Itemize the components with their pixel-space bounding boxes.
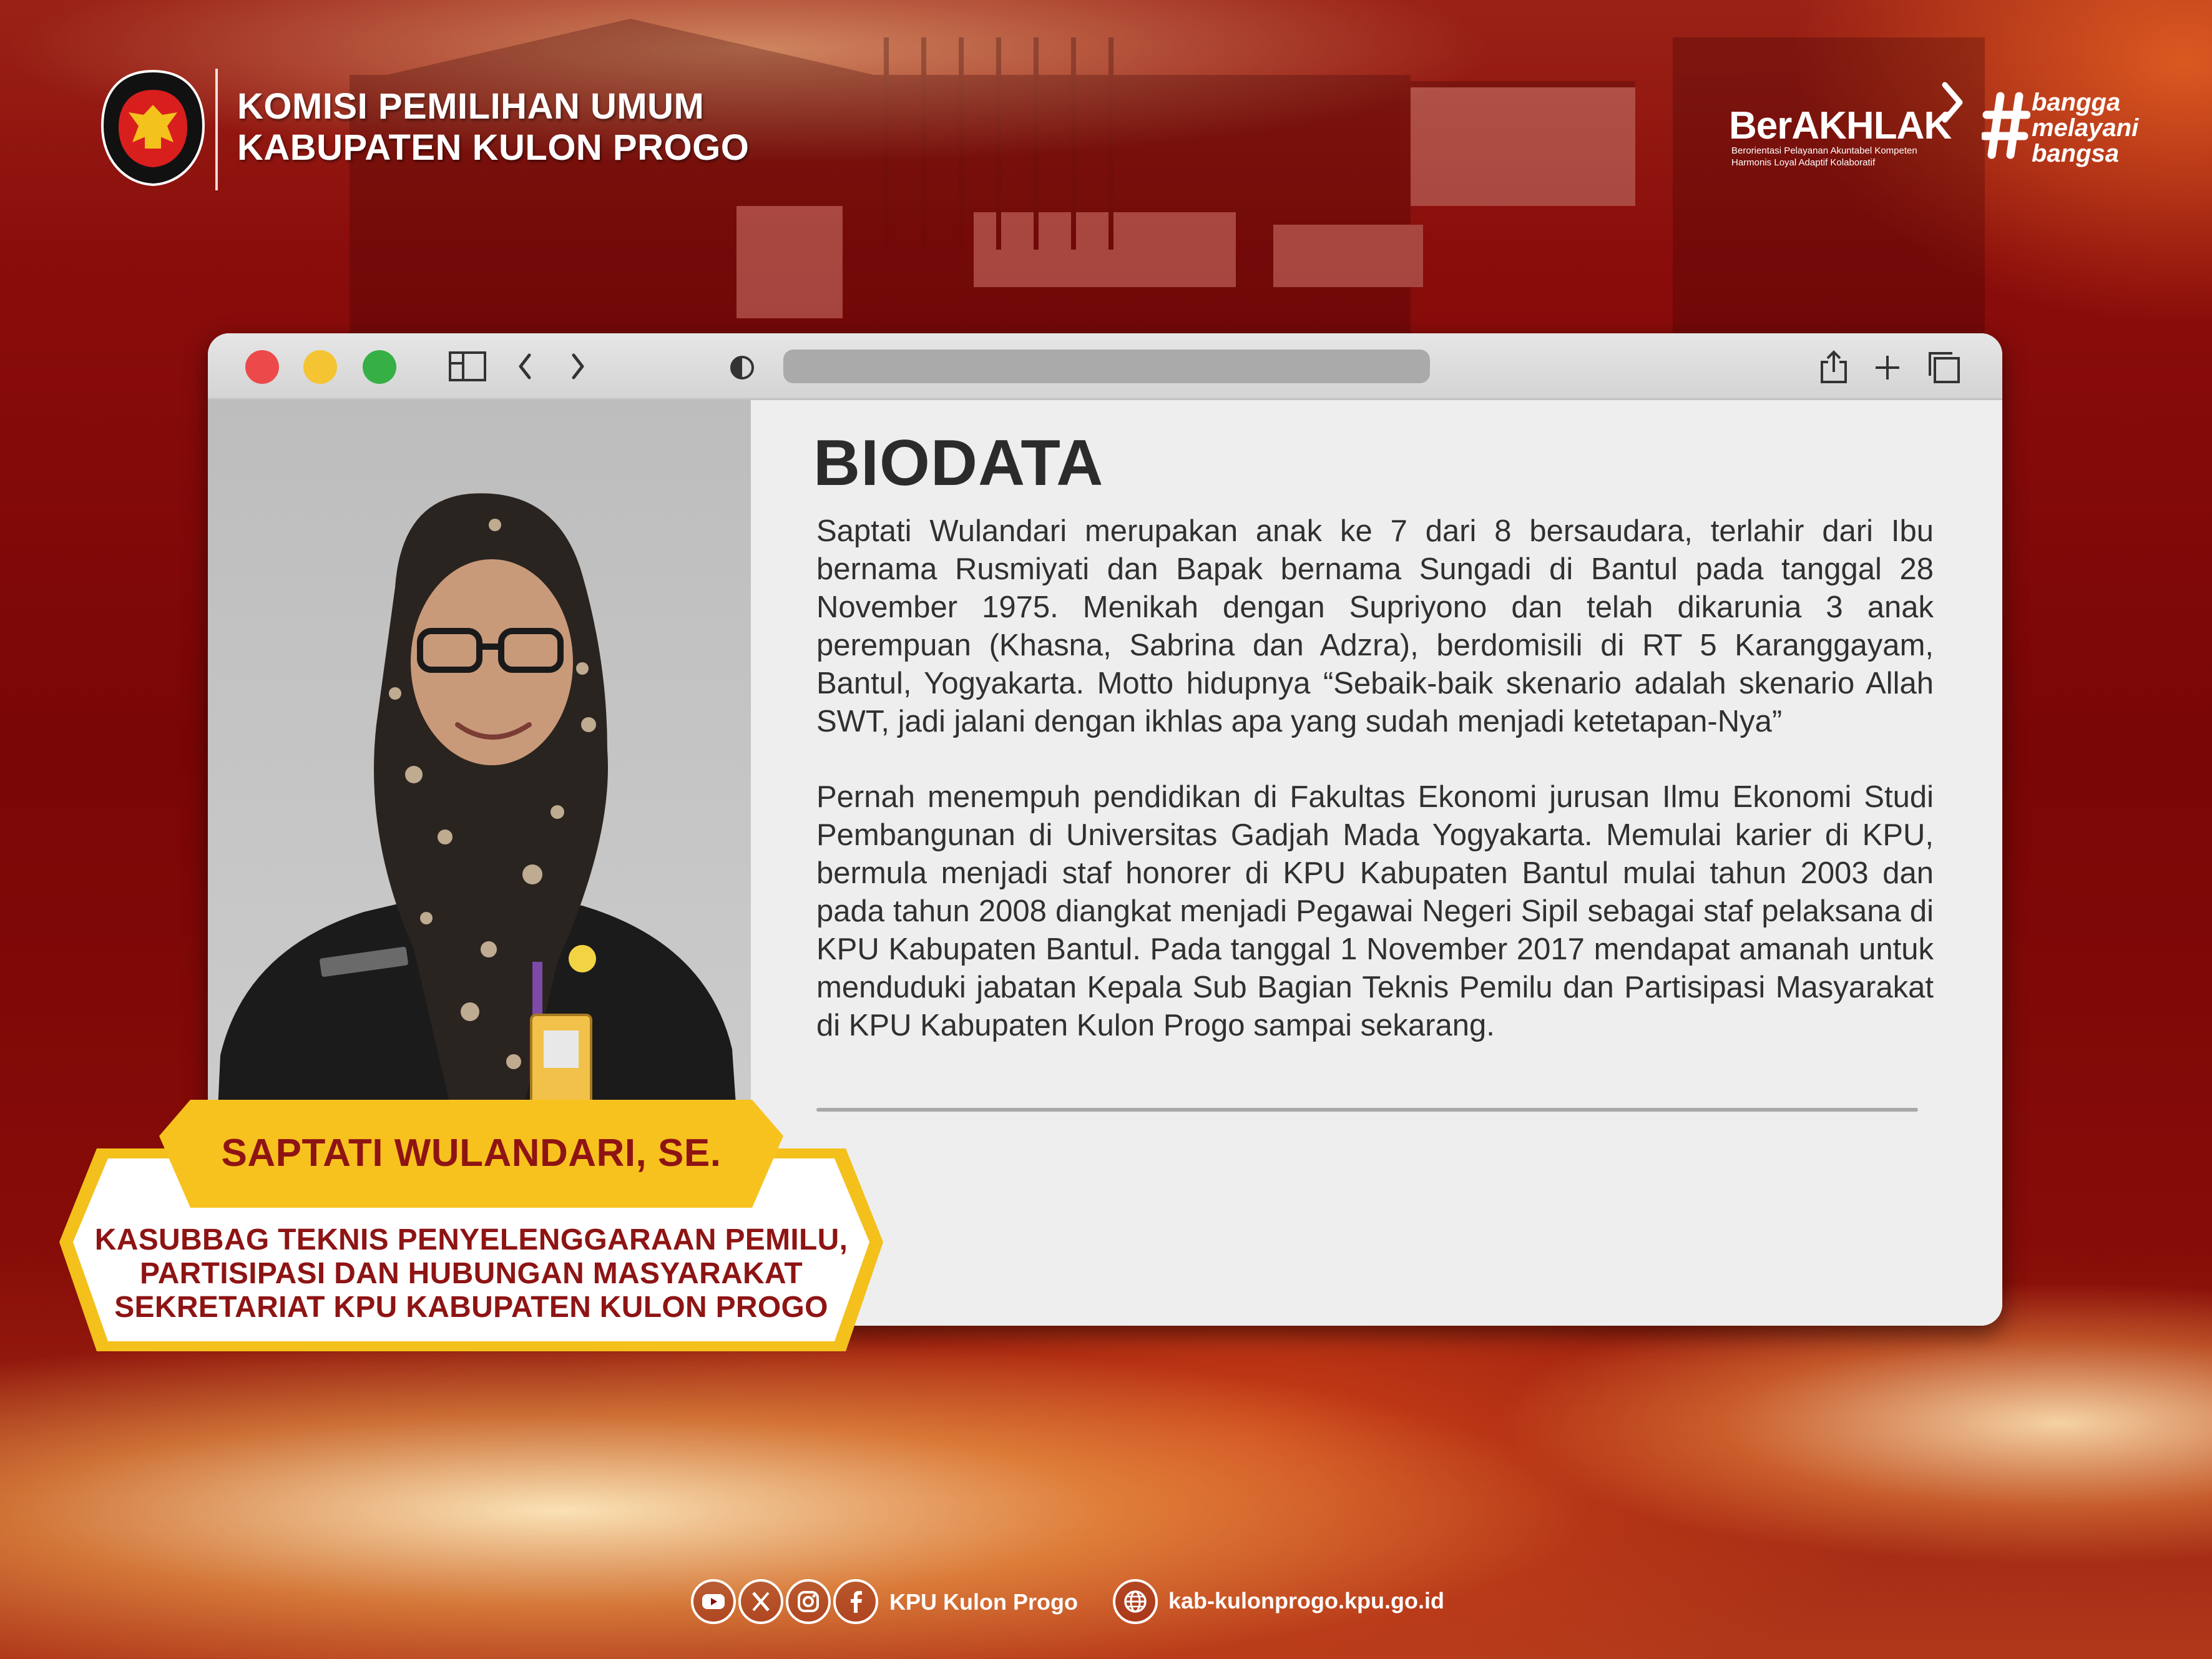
social-handle: KPU Kulon Progo (889, 1589, 1078, 1615)
content-divider (816, 1108, 1918, 1112)
bangga-line3: bangsa (2032, 140, 2120, 167)
berakhlak-wordmark: BerAKHLAK (1729, 104, 1952, 147)
biodata-title: BIODATA (813, 427, 1104, 499)
address-bar[interactable] (783, 350, 1430, 383)
minimize-window-button[interactable] (303, 350, 337, 384)
share-icon[interactable] (1818, 348, 1849, 384)
berakhlak-tagline: Berorientasi Pelayanan Akuntabel Kompete… (1731, 145, 1917, 169)
person-name: SAPTATI WULANDARI, SE. (221, 1132, 722, 1175)
bangga-line2: melayani (2032, 114, 2139, 142)
berakhlak-tagline-line2: Harmonis Loyal Adaptif Kolaboratif (1731, 157, 1876, 168)
x-icon[interactable] (738, 1579, 783, 1624)
organization-name-line2: KABUPATEN KULON PROGO (237, 127, 750, 168)
organization-name: KOMISI PEMILIHAN UMUM KABUPATEN KULON PR… (237, 86, 749, 169)
tabs-icon[interactable] (1926, 350, 1961, 384)
sidebar-icon[interactable] (448, 351, 487, 382)
plus-icon[interactable] (1873, 353, 1902, 382)
close-window-button[interactable] (245, 350, 279, 384)
kpu-logo (100, 69, 205, 187)
instagram-icon[interactable] (786, 1579, 831, 1624)
maximize-window-button[interactable] (363, 350, 396, 384)
contrast-icon[interactable] (729, 355, 755, 381)
back-icon[interactable] (516, 352, 534, 381)
browser-toolbar (208, 333, 2002, 400)
biodata-panel: BIODATA Saptati Wulandari merupakan anak… (751, 400, 2002, 1326)
bangga-line1: bangga (2032, 89, 2121, 116)
person-position: KASUBBAG TEKNIS PENYELENGGARAAN PEMILU, … (91, 1223, 852, 1324)
person-position-line3: SEKRETARIAT KPU KABUPATEN KULON PROGO (114, 1291, 828, 1324)
footer: KPU Kulon Progo kab-kulonprogo.kpu.go.id (0, 1574, 2212, 1630)
organization-name-line1: KOMISI PEMILIHAN UMUM (237, 86, 705, 127)
bangga-slogan: bangga melayani bangsa (2032, 90, 2138, 167)
hashtag-icon (1982, 92, 2030, 159)
berakhlak-tagline-line1: Berorientasi Pelayanan Akuntabel Kompete… (1731, 145, 1917, 156)
biodata-paragraph-1: Saptati Wulandari merupakan anak ke 7 da… (816, 514, 1934, 738)
website-link[interactable]: kab-kulonprogo.kpu.go.id (1168, 1588, 1444, 1614)
youtube-icon[interactable] (691, 1579, 736, 1624)
biodata-paragraph-2: Pernah menempuh pendidikan di Fakultas E… (816, 780, 1934, 1042)
facebook-icon[interactable] (833, 1579, 878, 1624)
bangga-melayani-bangsa-logo: bangga melayani bangsa (1982, 87, 2169, 169)
person-position-line1: KASUBBAG TEKNIS PENYELENGGARAAN PEMILU, (94, 1223, 848, 1256)
header-divider (215, 69, 218, 190)
person-position-line2: PARTISIPASI DAN HUBUNGAN MASYARAKAT (139, 1257, 803, 1290)
globe-icon[interactable] (1113, 1579, 1158, 1624)
forward-icon[interactable] (569, 352, 587, 381)
name-badge: SAPTATI WULANDARI, SE. KASUBBAG TEKNIS P… (59, 1099, 883, 1361)
berakhlak-logo: BerAKHLAK Berorientasi Pelayanan Akuntab… (1729, 81, 1963, 175)
